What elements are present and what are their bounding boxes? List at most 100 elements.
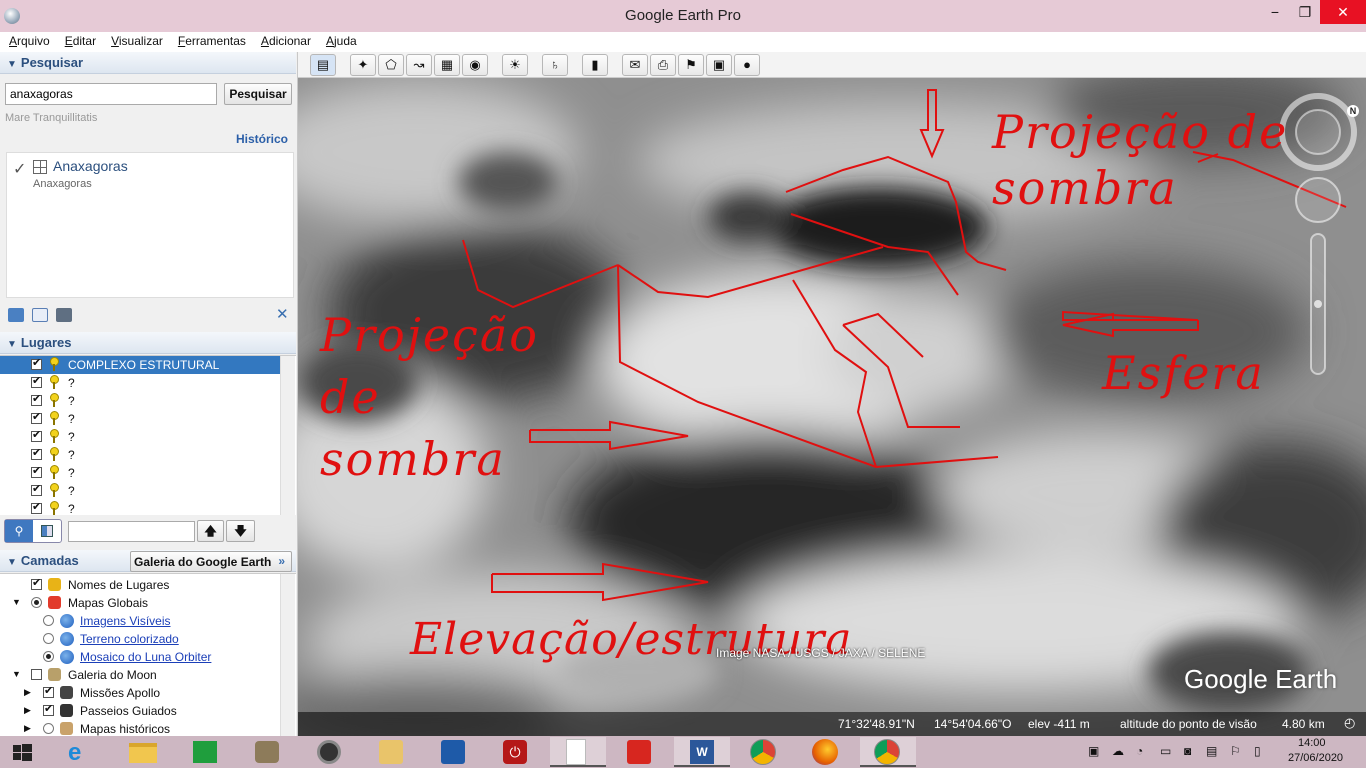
places-scrollbar[interactable] <box>280 356 295 515</box>
layer-checkbox[interactable] <box>43 684 54 698</box>
layer-item[interactable]: Imagens Visíveis <box>0 612 280 630</box>
place-item[interactable]: ? <box>0 482 280 500</box>
map-view[interactable]: N Projeção de sombra Projeção de sombra … <box>298 52 1366 736</box>
move-control[interactable] <box>1295 177 1341 223</box>
zoom-slider-thumb[interactable] <box>1314 300 1322 308</box>
documents-task[interactable] <box>368 737 414 767</box>
layer-item[interactable]: Mosaico do Luna Orbiter <box>0 648 280 666</box>
place-item[interactable]: ? <box>0 500 280 515</box>
place-checkbox[interactable] <box>31 356 42 370</box>
layer-radio[interactable] <box>31 597 42 608</box>
tray-flag-icon[interactable]: ⚐ <box>1230 744 1241 758</box>
search-button[interactable]: Pesquisar <box>224 83 292 105</box>
acrobat-task[interactable] <box>616 737 662 767</box>
add-placemark-button[interactable]: ✦ <box>350 54 376 76</box>
menu-arquivo[interactable]: Arquivo <box>0 32 56 48</box>
blank-document-task[interactable] <box>550 737 606 767</box>
menu-visualizar[interactable]: Visualizar <box>102 32 169 48</box>
tray-pdf-icon[interactable]: ▤ <box>1206 744 1217 758</box>
switch-planet-button[interactable]: ♄ <box>542 54 568 76</box>
search-result-title[interactable]: Anaxagoras <box>53 158 128 174</box>
word-task[interactable]: W <box>674 737 730 767</box>
place-checkbox[interactable] <box>31 410 42 424</box>
store-task[interactable] <box>182 737 228 767</box>
layer-item[interactable]: ▼ Galeria do Moon <box>0 666 280 684</box>
internet-explorer-task[interactable]: e <box>58 737 104 767</box>
chrome-active-task[interactable] <box>860 737 916 767</box>
menu-ajuda[interactable]: Ajuda <box>317 32 363 48</box>
layer-item[interactable]: ▶ Mapas históricos <box>0 720 280 736</box>
record-movie-button[interactable]: ● <box>734 54 760 76</box>
place-checkbox[interactable] <box>31 374 42 388</box>
place-item[interactable]: ? <box>0 374 280 392</box>
add-path-button[interactable]: ↝ <box>406 54 432 76</box>
search-input[interactable] <box>5 83 217 105</box>
compass-north-indicator[interactable]: N <box>1347 105 1359 117</box>
tray-battery-icon[interactable]: ▯ <box>1254 744 1261 758</box>
expand-right-icon[interactable]: ▶ <box>24 687 31 698</box>
tray-display-icon[interactable]: ▭ <box>1160 744 1171 758</box>
tray-wifi-icon[interactable]: ◔ <box>1136 744 1143 758</box>
menu-adicionar[interactable]: Adicionar <box>252 32 317 48</box>
layer-item[interactable]: ▶ Passeios Guiados <box>0 702 280 720</box>
expand-down-icon[interactable]: ▼ <box>12 597 21 607</box>
layer-radio[interactable] <box>43 723 54 734</box>
task-app-task[interactable] <box>430 737 476 767</box>
place-item[interactable]: ? <box>0 464 280 482</box>
layer-label[interactable]: Imagens Visíveis <box>80 614 171 628</box>
copy-icon[interactable] <box>32 308 48 322</box>
expand-down-icon[interactable]: ▼ <box>12 669 21 679</box>
tray-cloud-icon[interactable]: ☁ <box>1112 744 1124 758</box>
clock-time[interactable]: 14:00 <box>1298 737 1326 749</box>
place-checkbox[interactable] <box>31 446 42 460</box>
place-item[interactable]: ? <box>0 410 280 428</box>
place-checkbox[interactable] <box>31 482 42 496</box>
start-button[interactable] <box>0 737 46 767</box>
place-item[interactable]: COMPLEXO ESTRUTURAL <box>0 356 280 374</box>
speaker-task[interactable] <box>306 737 352 767</box>
layer-checkbox[interactable] <box>31 576 42 590</box>
move-up-button[interactable]: 🡅 <box>197 520 224 542</box>
move-down-button[interactable]: 🡇 <box>226 520 255 542</box>
layer-radio[interactable] <box>43 651 54 662</box>
add-overlay-button[interactable]: ▦ <box>434 54 460 76</box>
place-checkbox[interactable] <box>31 428 42 442</box>
layer-item[interactable]: ▶ Missões Apollo <box>0 684 280 702</box>
layer-label[interactable]: Terreno colorizado <box>80 632 179 646</box>
save-to-places-icon[interactable] <box>8 308 24 322</box>
print-button[interactable]: ⎙ <box>650 54 676 76</box>
firefox-task[interactable] <box>802 737 848 767</box>
maximize-button[interactable]: ❐ <box>1290 0 1320 24</box>
places-filter-input[interactable] <box>68 521 195 542</box>
look-joystick[interactable] <box>1295 109 1341 155</box>
menu-ferramentas[interactable]: Ferramentas <box>169 32 252 48</box>
place-item[interactable]: ? <box>0 428 280 446</box>
layers-view-icon[interactable] <box>41 525 53 537</box>
view-in-maps-button[interactable]: ⚑ <box>678 54 704 76</box>
tray-network-icon[interactable]: ▣ <box>1088 744 1099 758</box>
save-image-button[interactable]: ▣ <box>706 54 732 76</box>
history-link[interactable]: Histórico <box>236 132 288 146</box>
place-item[interactable]: ? <box>0 392 280 410</box>
layer-item[interactable]: Nomes de Lugares <box>0 576 280 594</box>
email-button[interactable]: ✉ <box>622 54 648 76</box>
clock-date[interactable]: 27/06/2020 <box>1288 752 1343 764</box>
power-task[interactable]: ⏻ <box>492 737 538 767</box>
expand-right-icon[interactable]: ▶ <box>24 723 31 734</box>
layer-item[interactable]: ▼ Mapas Globais <box>0 594 280 612</box>
place-checkbox[interactable] <box>31 464 42 478</box>
place-checkbox[interactable] <box>31 392 42 406</box>
tray-app-icon[interactable]: ◙ <box>1184 744 1191 758</box>
chrome-task[interactable] <box>740 737 786 767</box>
print-icon[interactable] <box>56 308 72 322</box>
layers-scrollbar[interactable] <box>280 574 295 736</box>
layer-radio[interactable] <box>43 615 54 626</box>
add-polygon-button[interactable]: ⬠ <box>378 54 404 76</box>
file-explorer-task[interactable] <box>120 737 166 767</box>
expand-right-icon[interactable]: ▶ <box>24 705 31 716</box>
place-checkbox[interactable] <box>31 500 42 514</box>
layer-radio[interactable] <box>43 633 54 644</box>
close-button[interactable]: ✕ <box>1320 0 1366 24</box>
layer-label[interactable]: Mosaico do Luna Orbiter <box>80 650 211 664</box>
ruler-button[interactable]: ▮ <box>582 54 608 76</box>
